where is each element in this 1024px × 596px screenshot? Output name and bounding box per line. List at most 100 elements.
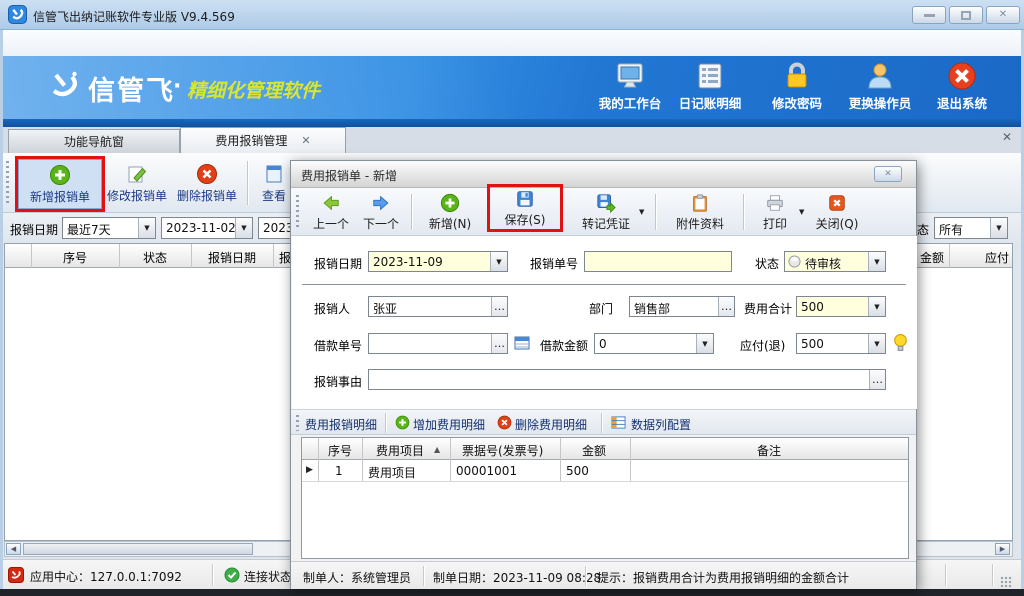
edit-expense-button[interactable]: 修改报销单: [104, 157, 170, 209]
ellipsis-button[interactable]: …: [718, 297, 734, 316]
banner-action-exit[interactable]: 退出系统: [917, 60, 1007, 112]
sort-asc-icon: ▲: [434, 445, 440, 454]
dialog-form: 报销日期 2023-11-09 ▼ 报销单号 状态 待审核 ▼ 报销人 张亚 …: [292, 236, 917, 409]
field-value: 张亚: [369, 297, 491, 316]
chevron-down-icon[interactable]: ▼: [138, 218, 155, 238]
view-icon: [263, 163, 285, 185]
banner-action-password[interactable]: 修改密码: [752, 60, 842, 112]
journal-icon: [694, 60, 726, 92]
detail-header-no[interactable]: 序号: [328, 442, 352, 459]
ellipsis-button[interactable]: …: [491, 297, 507, 316]
toolbar-grip[interactable]: [296, 195, 299, 229]
loan-list-icon[interactable]: [514, 335, 530, 351]
date-from-combo[interactable]: 2023-11-02 ▼: [161, 217, 253, 239]
button-label: 上一个: [313, 215, 349, 232]
chevron-down-icon[interactable]: ▼: [799, 208, 804, 216]
docno-input[interactable]: [584, 251, 732, 272]
maximize-button[interactable]: [949, 6, 983, 24]
button-label: 查看: [262, 187, 286, 204]
maximize-icon: [961, 11, 971, 20]
dialog-title: 费用报销单 - 新增: [301, 167, 397, 184]
detail-header-item[interactable]: 费用项目: [376, 442, 424, 459]
banner-action-journal[interactable]: 日记账明细: [665, 60, 755, 112]
print-button[interactable]: 打印: [753, 190, 797, 234]
voucher-icon: [596, 193, 616, 213]
chevron-down-icon[interactable]: ▼: [490, 252, 507, 271]
list-header-date[interactable]: 报销日期: [208, 249, 256, 266]
payable-label: 应付(退): [740, 337, 785, 354]
brand-name: 信管飞: [88, 69, 175, 108]
delete-icon: [497, 415, 512, 430]
list-header-amount[interactable]: 金额: [920, 249, 944, 266]
previous-button[interactable]: 上一个: [307, 190, 355, 234]
chevron-down-icon[interactable]: ▼: [696, 334, 713, 353]
add-detail-button[interactable]: 增加费用明细: [413, 416, 485, 433]
list-header-payable[interactable]: 应付: [985, 249, 1009, 266]
chevron-down-icon[interactable]: ▼: [868, 252, 885, 271]
post-voucher-button[interactable]: 转记凭证: [575, 190, 637, 234]
detail-table: 序号 费用项目 ▲ 票据号(发票号) 金额 备注 ▶ 1 费用项目 000010…: [301, 437, 909, 559]
columns-config-button[interactable]: 数据列配置: [631, 416, 691, 433]
button-label: 打印: [763, 215, 787, 232]
tab-label: 功能导航窗: [64, 133, 124, 150]
total-combo[interactable]: 500 ▼: [796, 296, 886, 317]
banner-action-workbench[interactable]: 我的工作台: [585, 60, 675, 112]
toolbar-separator: [743, 194, 744, 230]
minimize-button[interactable]: [912, 6, 946, 24]
combo-value: 2023-11-02: [162, 218, 235, 238]
scroll-left-button[interactable]: ◀: [6, 543, 21, 555]
add-expense-button[interactable]: 新增报销单: [18, 159, 102, 209]
bulb-icon[interactable]: [892, 333, 909, 352]
save-button[interactable]: 保存(S): [490, 187, 560, 229]
tab-expense-management[interactable]: 费用报销管理 ✕: [180, 127, 346, 153]
chevron-down-icon[interactable]: ▼: [868, 334, 885, 353]
chevron-down-icon[interactable]: ▼: [639, 208, 644, 216]
loanno-input[interactable]: …: [368, 333, 508, 354]
add-icon: [440, 193, 460, 213]
delete-expense-button[interactable]: 删除报销单: [174, 157, 240, 209]
new-button[interactable]: 新增(N): [421, 190, 479, 234]
resize-grip[interactable]: [1000, 576, 1013, 588]
frame-bottom: [0, 589, 1024, 596]
toolbar-grip[interactable]: [6, 161, 9, 205]
banner-action-switch-user[interactable]: 更换操作员: [835, 60, 925, 112]
tab-close-icon[interactable]: ✕: [301, 134, 310, 147]
detail-header-amount[interactable]: 金额: [582, 442, 606, 459]
next-button[interactable]: 下一个: [357, 190, 405, 234]
close-dialog-button[interactable]: 关闭(Q): [811, 190, 863, 234]
detail-header-note[interactable]: 备注: [757, 442, 781, 459]
ellipsis-button[interactable]: …: [491, 334, 507, 353]
date-combo[interactable]: 2023-11-09 ▼: [368, 251, 508, 272]
scroll-right-button[interactable]: ▶: [995, 543, 1010, 555]
window-title: 信管飞出纳记账软件专业版 V9.4.569: [33, 8, 235, 25]
banner-action-label: 我的工作台: [599, 93, 662, 112]
list-header-status[interactable]: 状态: [143, 249, 167, 266]
remove-detail-button[interactable]: 删除费用明细: [515, 416, 587, 433]
tab-navigation[interactable]: 功能导航窗: [8, 129, 180, 153]
chevron-down-icon[interactable]: ▼: [868, 297, 885, 316]
annotation-highlight-save: 保存(S): [487, 184, 563, 232]
scroll-left-icon: ◀: [11, 546, 16, 553]
chevron-down-icon[interactable]: ▼: [235, 218, 252, 238]
date-preset-combo[interactable]: 最近7天 ▼: [62, 217, 156, 239]
loanamt-combo[interactable]: 0 ▼: [594, 333, 714, 354]
dept-input[interactable]: 销售部 …: [629, 296, 735, 317]
user-icon: [864, 60, 896, 92]
person-input[interactable]: 张亚 …: [368, 296, 508, 317]
attachments-button[interactable]: 附件资料: [669, 190, 731, 234]
tabbar-close-icon[interactable]: ✕: [1002, 130, 1012, 144]
chevron-down-icon[interactable]: ▼: [990, 218, 1007, 238]
reason-input[interactable]: …: [368, 369, 886, 390]
list-header-no[interactable]: 序号: [63, 249, 87, 266]
status-combo[interactable]: 待审核 ▼: [784, 251, 886, 272]
toolbar-grip[interactable]: [296, 415, 299, 431]
close-square-icon: [827, 193, 847, 213]
ellipsis-button[interactable]: …: [869, 370, 885, 389]
dialog-close-button[interactable]: ✕: [874, 166, 902, 182]
payable-combo[interactable]: 500 ▼: [796, 333, 886, 354]
status-filter-combo[interactable]: 所有 ▼: [934, 217, 1008, 239]
close-button[interactable]: ✕: [986, 6, 1020, 24]
reason-label: 报销事由: [314, 373, 362, 390]
scrollbar-thumb[interactable]: [23, 543, 253, 555]
detail-header-receipt[interactable]: 票据号(发票号): [462, 442, 543, 459]
